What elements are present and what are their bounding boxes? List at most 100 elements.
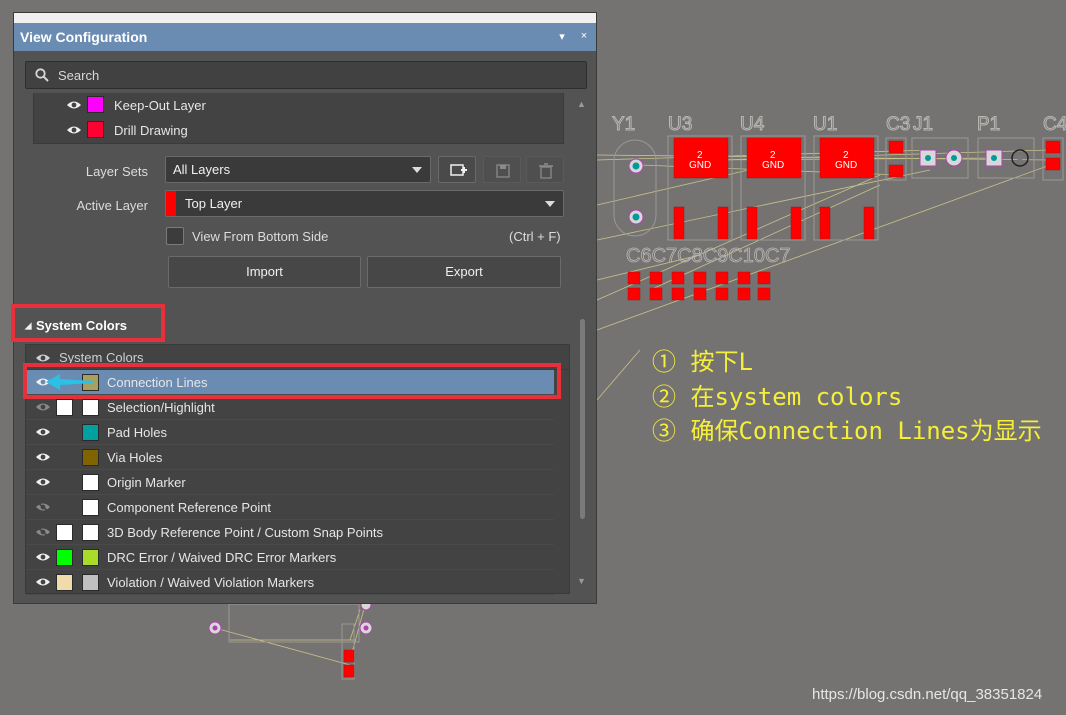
color-swatch[interactable] xyxy=(82,399,99,416)
eye-hidden-icon[interactable] xyxy=(35,526,51,538)
designator-u3: U3 xyxy=(668,114,692,135)
color-swatch[interactable] xyxy=(82,424,99,441)
layer-color-swatch[interactable] xyxy=(87,96,104,113)
secondary-color-swatch[interactable] xyxy=(56,524,73,541)
color-swatch[interactable] xyxy=(82,449,99,466)
designator-c4: C4 xyxy=(1043,114,1066,135)
layer-row-keep-out[interactable]: Keep-Out Layer xyxy=(34,93,563,118)
u3-regulator[interactable]: 2 GND xyxy=(667,135,733,241)
designator-c3: C3 xyxy=(886,114,910,135)
save-icon xyxy=(496,164,510,178)
color-swatch[interactable] xyxy=(82,549,99,566)
system-color-row[interactable]: Via Holes xyxy=(26,445,554,470)
layer-sets-dropdown[interactable]: All Layers xyxy=(165,156,431,183)
annotation-step-1: ① 按下L xyxy=(652,348,753,376)
import-button[interactable]: Import xyxy=(168,256,361,288)
scroll-down-arrow[interactable]: ▼ xyxy=(577,576,586,586)
color-swatch[interactable] xyxy=(82,574,99,591)
eye-icon[interactable] xyxy=(35,401,51,413)
layer-list: Keep-Out Layer Drill Drawing xyxy=(33,93,564,144)
panel-titlebar[interactable]: View Configuration ▾ × xyxy=(14,13,596,51)
y1-crystal[interactable] xyxy=(613,139,657,237)
svg-text:GND: GND xyxy=(835,160,857,171)
trash-icon xyxy=(539,163,553,179)
designator-p1: P1 xyxy=(977,114,1000,135)
system-color-label: Pad Holes xyxy=(107,425,167,440)
annotation-step-2: ② 在system colors xyxy=(652,383,903,411)
panel-title: View Configuration xyxy=(20,29,148,45)
view-from-bottom-label: View From Bottom Side xyxy=(192,229,329,244)
active-layer-label: Active Layer xyxy=(76,198,148,213)
chevron-down-icon xyxy=(412,167,422,173)
highlight-box-section xyxy=(11,304,165,342)
designator-j1: J1 xyxy=(913,114,933,135)
view-from-bottom-checkbox[interactable] xyxy=(166,227,184,245)
color-swatch[interactable] xyxy=(82,499,99,516)
u4-regulator[interactable]: 2 GND xyxy=(740,135,806,241)
color-swatch[interactable] xyxy=(82,474,99,491)
designator-u1: U1 xyxy=(813,114,837,135)
delete-layer-set-button[interactable] xyxy=(526,156,564,183)
search-icon xyxy=(35,68,49,82)
export-button[interactable]: Export xyxy=(367,256,561,288)
view-from-bottom-shortcut: (Ctrl + F) xyxy=(509,229,561,244)
highlight-box-connection-lines xyxy=(23,363,561,399)
system-color-row[interactable]: Pad Holes xyxy=(26,420,554,445)
system-color-row[interactable]: Violation / Waived Violation Markers xyxy=(26,570,554,595)
scrollbar-thumb[interactable] xyxy=(580,319,585,519)
secondary-color-swatch[interactable] xyxy=(56,574,73,591)
active-layer-dropdown[interactable]: Top Layer xyxy=(165,190,564,217)
active-layer-color xyxy=(166,191,176,216)
system-color-row[interactable]: Component Reference Point xyxy=(26,495,554,520)
eye-icon[interactable] xyxy=(35,476,51,488)
scroll-up-arrow[interactable]: ▲ xyxy=(577,99,586,109)
system-color-row[interactable]: DRC Error / Waived DRC Error Markers xyxy=(26,545,554,570)
watermark: https://blog.csdn.net/qq_38351824 xyxy=(812,686,1043,703)
eye-hidden-icon[interactable] xyxy=(35,501,51,513)
bottom-component[interactable] xyxy=(208,599,373,680)
system-color-label: Via Holes xyxy=(107,450,163,465)
search-placeholder: Search xyxy=(58,68,100,83)
active-layer-value: Top Layer xyxy=(185,196,243,211)
layer-row-drill-drawing[interactable]: Drill Drawing xyxy=(34,118,563,143)
designator-u4: U4 xyxy=(740,114,765,135)
eye-icon[interactable] xyxy=(35,451,51,463)
layer-sets-value: All Layers xyxy=(173,162,231,177)
search-input[interactable]: Search xyxy=(25,61,587,89)
system-color-label: 3D Body Reference Point / Custom Snap Po… xyxy=(107,525,384,540)
layer-label: Keep-Out Layer xyxy=(114,98,206,113)
eye-icon[interactable] xyxy=(35,576,51,588)
color-swatch[interactable] xyxy=(82,524,99,541)
system-color-row[interactable]: Origin Marker xyxy=(26,470,554,495)
chevron-down-icon xyxy=(545,201,555,207)
panel-close-button[interactable]: × xyxy=(577,30,591,42)
component-designators: Y1 U3 U4 U1 C3 J1 P1 C4 xyxy=(612,114,1066,136)
add-layer-set-button[interactable] xyxy=(438,156,476,183)
designator-y1: Y1 xyxy=(612,114,635,135)
system-color-row[interactable]: 3D Body Reference Point / Custom Snap Po… xyxy=(26,520,554,545)
annotation-step-3: ③ 确保Connection Lines为显示 xyxy=(652,417,1042,445)
eye-icon[interactable] xyxy=(66,124,82,136)
save-layer-set-button[interactable] xyxy=(483,156,521,183)
secondary-color-swatch[interactable] xyxy=(56,549,73,566)
layer-label: Drill Drawing xyxy=(114,123,188,138)
p1-connector[interactable] xyxy=(977,137,1035,179)
layer-color-swatch[interactable] xyxy=(87,121,104,138)
system-color-label: DRC Error / Waived DRC Error Markers xyxy=(107,550,337,565)
layer-sets-label: Layer Sets xyxy=(85,164,148,179)
svg-text:GND: GND xyxy=(689,160,711,171)
system-color-label: Component Reference Point xyxy=(107,500,272,515)
eye-icon[interactable] xyxy=(35,551,51,563)
system-color-label: Violation / Waived Violation Markers xyxy=(107,575,315,590)
panel-menu-button[interactable]: ▾ xyxy=(555,30,569,43)
system-color-label: Origin Marker xyxy=(107,475,186,490)
svg-text:GND: GND xyxy=(762,160,784,171)
capacitor-array[interactable]: C6C7C8C9C10C7 xyxy=(626,245,791,301)
c4-capacitor[interactable] xyxy=(1042,137,1064,181)
system-color-label: Selection/Highlight xyxy=(107,400,215,415)
secondary-color-swatch[interactable] xyxy=(56,399,73,416)
eye-icon[interactable] xyxy=(66,99,82,111)
eye-icon[interactable] xyxy=(35,426,51,438)
arrow-icon xyxy=(46,374,94,390)
svg-text:C6C7C8C9C10C7: C6C7C8C9C10C7 xyxy=(626,245,791,267)
